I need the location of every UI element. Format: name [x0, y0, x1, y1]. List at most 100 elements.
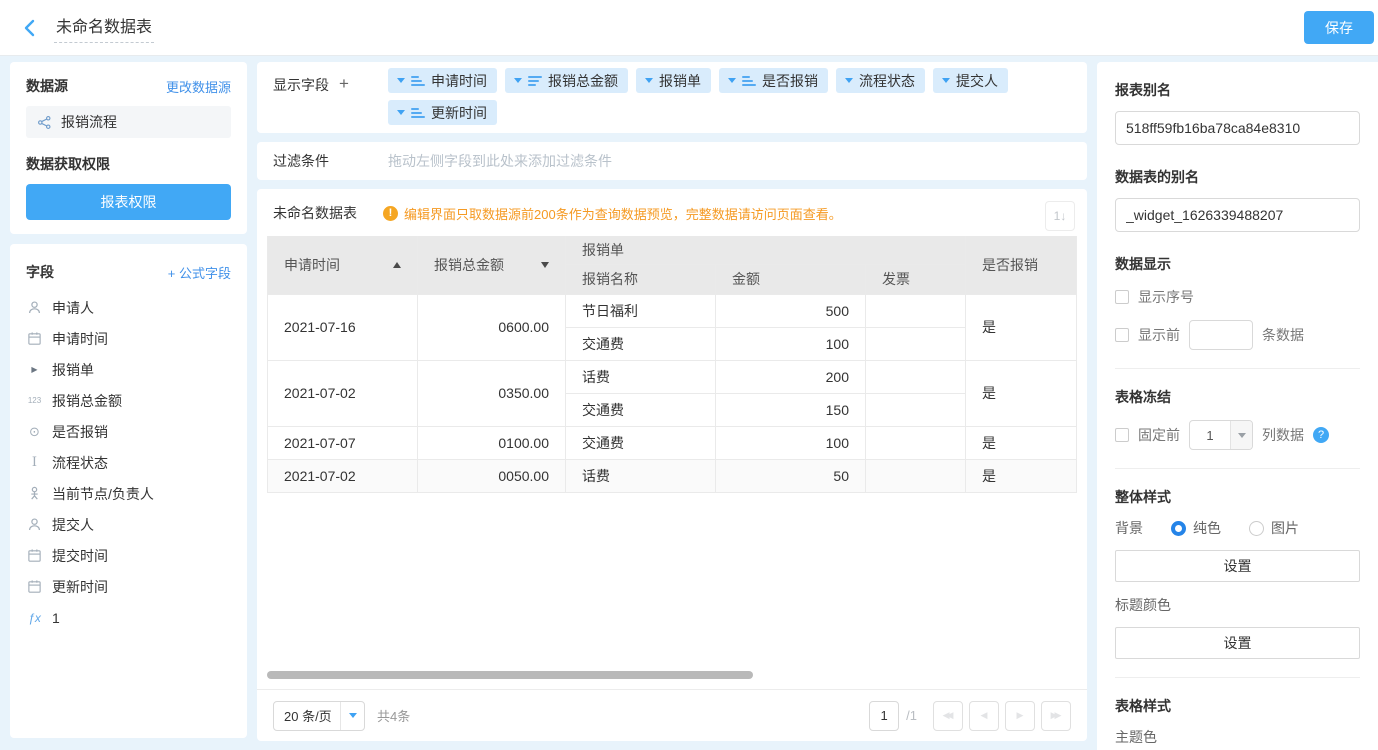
table-row: 2021-07-07 0100.00 交通费 100 是	[268, 426, 1077, 459]
chevron-down-icon[interactable]	[728, 78, 736, 83]
filter-label: 过滤条件	[273, 151, 388, 171]
page-size-select[interactable]: 20 条/页	[273, 701, 365, 731]
table-row: 2021-07-02 0050.00 话费 50 是	[268, 459, 1077, 492]
show-top-checkbox[interactable]	[1115, 328, 1129, 342]
calendar-icon	[26, 331, 43, 346]
title-color-set-button[interactable]: 设置	[1115, 627, 1360, 659]
chevron-down-icon[interactable]	[845, 78, 853, 83]
chip-apply-time[interactable]: 申请时间	[388, 68, 497, 93]
date-cell: 2021-07-02	[268, 459, 418, 492]
last-page-button[interactable]: ▶▶	[1041, 701, 1071, 731]
sort-order-icon[interactable]: 1↓	[1045, 201, 1075, 231]
add-formula-field-link[interactable]: + 公式字段	[168, 263, 231, 282]
table-alias-input[interactable]	[1115, 198, 1360, 232]
chevron-down-icon[interactable]	[397, 110, 405, 115]
entry-amount-cell: 100	[716, 426, 866, 459]
field-item-is-reimbursed[interactable]: ⊙ 是否报销	[26, 416, 231, 447]
entry-name-cell: 话费	[566, 360, 716, 393]
horizontal-scrollbar	[267, 671, 1077, 679]
text-icon: I	[26, 455, 43, 470]
report-permission-button[interactable]: 报表权限	[26, 184, 231, 220]
table-alias-label: 数据表的别名	[1115, 167, 1360, 187]
chevron-down-icon[interactable]	[645, 78, 653, 83]
show-index-label: 显示序号	[1138, 287, 1194, 307]
theme-color-label: 主题色	[1115, 727, 1360, 747]
field-item-apply-time[interactable]: 申请时间	[26, 323, 231, 354]
chip-is-reimbursed[interactable]: 是否报销	[719, 68, 828, 93]
workflow-icon	[36, 115, 53, 130]
next-page-button[interactable]: ▶	[1005, 701, 1035, 731]
expand-icon[interactable]: ▶	[26, 365, 43, 374]
field-item-submitter[interactable]: 提交人	[26, 509, 231, 540]
entry-name-cell: 话费	[566, 459, 716, 492]
col-header-invoice: 发票	[866, 264, 966, 294]
entry-amount-cell: 50	[716, 459, 866, 492]
formula-icon: ƒx	[26, 611, 43, 625]
reimbursed-cell: 是	[966, 294, 1077, 360]
chip-reimburse-form[interactable]: 报销单	[636, 68, 711, 93]
show-top-count-input[interactable]	[1189, 320, 1253, 350]
background-set-button[interactable]: 设置	[1115, 550, 1360, 582]
entry-amount-cell: 100	[716, 327, 866, 360]
chevron-down-icon[interactable]	[397, 78, 405, 83]
save-button[interactable]: 保存	[1304, 11, 1374, 44]
field-item-formula-1[interactable]: ƒx 1	[26, 602, 231, 633]
prev-page-button[interactable]: ◀	[969, 701, 999, 731]
total-cell: 0350.00	[418, 360, 566, 426]
field-item-submit-time[interactable]: 提交时间	[26, 540, 231, 571]
entry-invoice-cell	[866, 426, 966, 459]
radio-icon: ⊙	[26, 424, 43, 440]
reimbursed-cell: 是	[966, 426, 1077, 459]
field-item-current-node[interactable]: 当前节点/负责人	[26, 478, 231, 509]
help-icon[interactable]: ?	[1313, 427, 1329, 443]
user-icon	[26, 300, 43, 315]
entry-name-cell: 交通费	[566, 426, 716, 459]
total-count-text: 共4条	[377, 706, 410, 725]
report-alias-label: 报表别名	[1115, 80, 1360, 100]
bg-image-radio[interactable]: 图片	[1249, 518, 1299, 538]
report-alias-input[interactable]	[1115, 111, 1360, 145]
chevron-down-icon[interactable]	[514, 78, 522, 83]
chip-total-amount[interactable]: 报销总金额	[505, 68, 628, 93]
bg-solid-radio[interactable]: 纯色	[1171, 518, 1221, 538]
total-cell: 0100.00	[418, 426, 566, 459]
chip-update-time[interactable]: 更新时间	[388, 100, 497, 125]
add-display-field-icon[interactable]: +	[339, 75, 349, 92]
preview-notice: ! 编辑界面只取数据源前200条作为查询数据预览，完整数据请访问页面查看。	[383, 204, 842, 223]
freeze-count-select[interactable]: 1	[1189, 420, 1253, 450]
change-datasource-link[interactable]: 更改数据源	[166, 77, 231, 96]
field-item-flow-status[interactable]: I 流程状态	[26, 447, 231, 478]
entry-invoice-cell	[866, 393, 966, 426]
calendar-icon	[26, 548, 43, 563]
entry-invoice-cell	[866, 360, 966, 393]
freeze-title: 表格冻结	[1115, 387, 1360, 407]
page-number-input[interactable]	[869, 701, 899, 731]
freeze-checkbox[interactable]	[1115, 428, 1129, 442]
total-cell: 0600.00	[418, 294, 566, 360]
col-header-amount: 金额	[716, 264, 866, 294]
chip-flow-status[interactable]: 流程状态	[836, 68, 925, 93]
entry-amount-cell: 150	[716, 393, 866, 426]
field-item-reimburse-form[interactable]: ▶ 报销单	[26, 354, 231, 385]
date-cell: 2021-07-02	[268, 360, 418, 426]
sort-asc-icon	[411, 108, 425, 118]
col-header-apply-time[interactable]: 申请时间	[268, 236, 418, 294]
scrollbar-thumb[interactable]	[267, 671, 753, 679]
page-title[interactable]: 未命名数据表	[54, 13, 154, 43]
back-icon[interactable]	[18, 17, 40, 39]
field-item-update-time[interactable]: 更新时间	[26, 571, 231, 602]
number-icon: 123	[26, 396, 43, 405]
warning-icon: !	[383, 206, 398, 221]
field-item-total-amount[interactable]: 123 报销总金额	[26, 385, 231, 416]
first-page-button[interactable]: ◀◀	[933, 701, 963, 731]
col-header-name: 报销名称	[566, 264, 716, 294]
col-header-total-amount[interactable]: 报销总金额	[418, 236, 566, 294]
field-item-applicant[interactable]: 申请人	[26, 292, 231, 323]
fields-title: 字段	[26, 262, 54, 282]
filter-dropzone[interactable]: 拖动左侧字段到此处来添加过滤条件	[388, 151, 612, 171]
datasource-item[interactable]: 报销流程	[26, 106, 231, 138]
divider	[1115, 368, 1360, 369]
chevron-down-icon[interactable]	[942, 78, 950, 83]
chip-submitter[interactable]: 提交人	[933, 68, 1008, 93]
show-index-checkbox[interactable]	[1115, 290, 1129, 304]
